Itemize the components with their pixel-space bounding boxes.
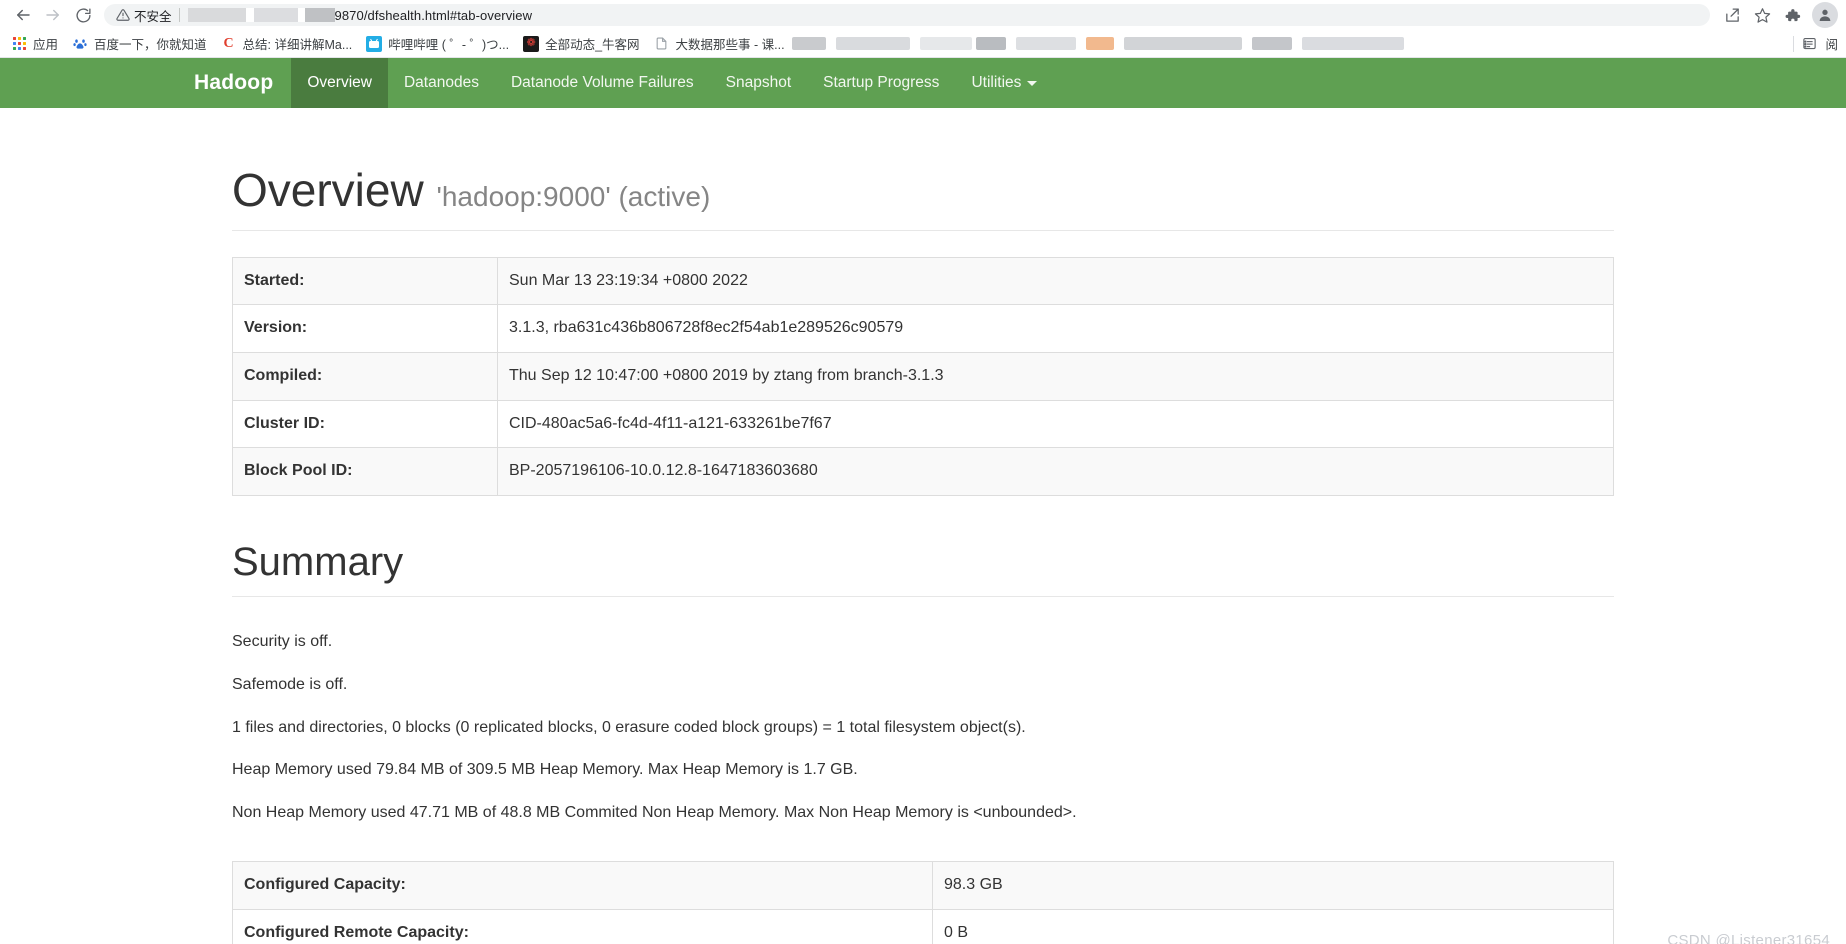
- overview-table: Started: Sun Mar 13 23:19:34 +0800 2022 …: [232, 256, 1614, 497]
- summary-line-objects: 1 files and directories, 0 blocks (0 rep…: [232, 718, 1026, 736]
- summary-line-safemode: Safemode is off.: [232, 675, 348, 693]
- back-icon[interactable]: [8, 0, 38, 30]
- not-secure-warning-icon: [116, 8, 130, 22]
- tab-utilities[interactable]: Utilities: [955, 58, 1053, 108]
- page-content: Overview 'hadoop:9000' (active) Started:…: [0, 165, 1846, 944]
- address-bar[interactable]: 不安全 9870/dfshealth.html#tab-overview: [104, 4, 1710, 26]
- tab-startup-progress[interactable]: Startup Progress: [807, 58, 955, 108]
- page-title-subtitle: 'hadoop:9000' (active): [436, 181, 711, 212]
- forward-icon[interactable]: [38, 0, 68, 30]
- tab-datanode-volume-failures[interactable]: Datanode Volume Failures: [495, 58, 710, 108]
- omnibox-divider: [178, 8, 180, 22]
- summary-table: Configured Capacity: 98.3 GB Configured …: [232, 860, 1614, 944]
- csdn-favicon-icon: C: [220, 35, 237, 52]
- page-title-main: Overview: [232, 164, 424, 216]
- summary-line-heap-memory: Heap Memory used 79.84 MB of 309.5 MB He…: [232, 761, 858, 779]
- baidu-favicon-icon: [72, 35, 89, 52]
- tab-snapshot[interactable]: Snapshot: [710, 58, 808, 108]
- summary-text-block: Security is off. Safemode is off. 1 file…: [232, 621, 1614, 835]
- bookmark-item[interactable]: 大数据那些事 - 课...: [647, 32, 792, 56]
- nowcoder-favicon-icon: ❁: [523, 35, 540, 52]
- table-row: Cluster ID: CID-480ac5a6-fc4d-4f11-a121-…: [232, 399, 1614, 448]
- bookmarks-bar: 应用 百度一下，你就知道 C 总结: 详细讲解Ma... 哔哩哔哩 ( ゜- ゜…: [0, 30, 1846, 58]
- row-value: CID-480ac5a6-fc4d-4f11-a121-633261be7f67: [497, 399, 1614, 448]
- hadoop-navbar: Hadoop Overview Datanodes Datanode Volum…: [0, 58, 1846, 108]
- toolbar-actions: [1718, 1, 1838, 29]
- tab-utilities-label: Utilities: [971, 74, 1022, 91]
- row-label: Cluster ID:: [232, 399, 498, 448]
- tab-overview[interactable]: Overview: [291, 58, 388, 108]
- url-text: 9870/dfshealth.html#tab-overview: [334, 7, 533, 23]
- bookmarks-divider: [1793, 35, 1795, 52]
- table-row: Compiled: Thu Sep 12 10:47:00 +0800 2019…: [232, 352, 1614, 401]
- summary-line-non-heap-memory: Non Heap Memory used 47.71 MB of 48.8 MB…: [232, 804, 1077, 822]
- bookmark-apps[interactable]: 应用: [4, 32, 65, 56]
- reload-icon[interactable]: [68, 0, 98, 30]
- reading-list-icon[interactable]: [1802, 36, 1817, 51]
- bookmark-item[interactable]: C 总结: 详细讲解Ma...: [214, 32, 360, 56]
- row-label: Started:: [232, 257, 498, 305]
- table-row: Configured Remote Capacity: 0 B: [232, 908, 1614, 944]
- reader-mode-label[interactable]: 阅: [1825, 34, 1838, 53]
- summary-title: Summary: [232, 540, 1614, 598]
- row-value: Sun Mar 13 23:19:34 +0800 2022: [509, 271, 748, 289]
- page-title: Overview 'hadoop:9000' (active): [232, 165, 1614, 231]
- watermark: CSDN @Listener31654: [1667, 932, 1830, 944]
- table-row: Block Pool ID: BP-2057196106-10.0.12.8-1…: [232, 447, 1614, 496]
- summary-line-security: Security is off.: [232, 633, 333, 651]
- bookmark-item[interactable]: 哔哩哔哩 ( ゜- ゜)つ...: [359, 32, 516, 56]
- tab-datanodes[interactable]: Datanodes: [388, 58, 495, 108]
- bookmarks-bar-right: 阅: [1783, 34, 1838, 53]
- browser-toolbar: 不安全 9870/dfshealth.html#tab-overview: [0, 0, 1846, 30]
- row-value: 0 B: [932, 908, 1614, 944]
- user-avatar-icon[interactable]: [1812, 2, 1838, 28]
- row-label: Block Pool ID:: [232, 447, 498, 496]
- bookmark-item[interactable]: 百度一下，你就知道: [65, 32, 214, 56]
- redacted-bookmarks[interactable]: [791, 37, 1414, 50]
- not-secure-label: 不安全: [134, 9, 172, 24]
- bookmark-apps-label: 应用: [33, 38, 59, 52]
- star-icon[interactable]: [1748, 1, 1776, 29]
- row-label: Configured Remote Capacity:: [232, 908, 933, 944]
- bookmark-label: 全部动态_牛客网: [545, 38, 640, 52]
- apps-grid-icon: [11, 36, 27, 52]
- row-label: Configured Capacity:: [232, 861, 933, 909]
- bookmark-item[interactable]: ❁ 全部动态_牛客网: [516, 32, 646, 56]
- puzzle-piece-icon[interactable]: [1778, 1, 1806, 29]
- table-row: Started: Sun Mar 13 23:19:34 +0800 2022: [232, 257, 1614, 305]
- browser-chrome: 不安全 9870/dfshealth.html#tab-overview 应用 …: [0, 0, 1846, 58]
- row-value: 98.3 GB: [944, 875, 1003, 893]
- bookmark-label: 哔哩哔哩 ( ゜- ゜)つ...: [388, 38, 510, 52]
- row-label: Version:: [232, 304, 498, 353]
- redacted-host: [187, 8, 335, 23]
- share-icon[interactable]: [1718, 1, 1746, 29]
- bookmark-label: 总结: 详细讲解Ma...: [242, 38, 353, 52]
- row-value: 3.1.3, rba631c436b806728f8ec2f54ab1e2895…: [497, 304, 1614, 353]
- row-value: BP-2057196106-10.0.12.8-1647183603680: [497, 447, 1614, 496]
- table-row: Configured Capacity: 98.3 GB: [232, 861, 1614, 909]
- bilibili-favicon-icon: [366, 35, 383, 52]
- page-favicon-icon: [654, 36, 670, 52]
- row-label: Compiled:: [232, 352, 498, 401]
- bookmark-label: 大数据那些事 - 课...: [675, 38, 785, 52]
- row-value: Thu Sep 12 10:47:00 +0800 2019 by ztang …: [497, 352, 1614, 401]
- chevron-down-icon: [1027, 80, 1038, 86]
- hadoop-brand[interactable]: Hadoop: [194, 58, 291, 108]
- bookmark-label: 百度一下，你就知道: [94, 38, 207, 52]
- table-row: Version: 3.1.3, rba631c436b806728f8ec2f5…: [232, 304, 1614, 353]
- content-container: Overview 'hadoop:9000' (active) Started:…: [217, 165, 1629, 944]
